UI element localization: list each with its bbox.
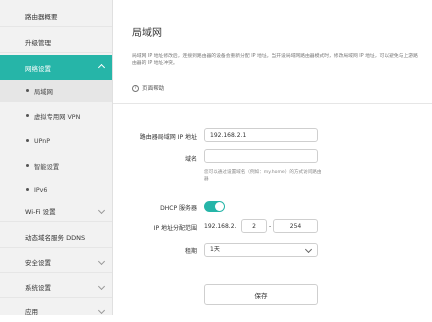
help-link[interactable]: ? 页面帮助 (132, 84, 164, 92)
sidebar-subitem-vpn[interactable]: 虚拟专用网 VPN (0, 105, 112, 127)
sidebar-item-ddns[interactable]: 动态域名服务 DDNS (0, 226, 112, 248)
help-icon: ? (132, 84, 139, 92)
domain-input[interactable] (204, 149, 318, 163)
sidebar-item-label: IPv6 (34, 186, 48, 194)
sidebar: 路由器概要 升级管理 网络设置 局域网 虚拟专用网 VPN UPnP 智能设置 … (0, 0, 113, 316)
ip-range-prefix: 192.168.2. (204, 223, 237, 230)
ip-range-end-input[interactable] (273, 219, 318, 233)
sidebar-item-apps[interactable]: 应用 (0, 300, 112, 322)
chevron-down-icon (97, 306, 106, 315)
sidebar-item-router-overview[interactable]: 路由器概要 (0, 5, 112, 27)
sidebar-item-label: UPnP (34, 137, 51, 145)
sidebar-item-label: 路由器概要 (25, 12, 58, 21)
bullet-icon (26, 89, 29, 92)
ip-address-input[interactable] (204, 128, 318, 142)
sidebar-item-label: 升级管理 (25, 38, 51, 47)
sidebar-item-label: Wi-Fi 设置 (25, 207, 56, 216)
sidebar-subitem-smart-settings[interactable]: 智能设置 (0, 155, 112, 177)
chevron-up-icon (97, 63, 106, 72)
sidebar-item-label: 动态域名服务 DDNS (25, 233, 86, 242)
dhcp-label: DHCP 服务器 (160, 205, 197, 212)
chevron-down-icon (97, 257, 106, 266)
sidebar-item-label: 智能设置 (34, 163, 60, 171)
lease-value: 1天 (210, 246, 220, 253)
save-button[interactable]: 保存 (204, 284, 318, 305)
page-description: 局域网 IP 地址修改后，连接到路由器的设备会重新分配 IP 地址。当开设局域网… (132, 54, 418, 66)
sidebar-item-label: 虚拟专用网 VPN (34, 113, 81, 121)
domain-label: 域名 (184, 156, 197, 163)
sidebar-subitem-lan[interactable]: 局域网 (0, 80, 112, 102)
dhcp-toggle[interactable] (204, 201, 225, 212)
sidebar-item-network-settings[interactable]: 网络设置 (0, 55, 112, 80)
lease-select[interactable]: 1天 (204, 243, 318, 257)
chevron-down-icon (304, 245, 313, 254)
bullet-icon (26, 164, 29, 167)
sidebar-item-system[interactable]: 系统设置 (0, 276, 112, 298)
sidebar-item-label: 网络设置 (25, 64, 51, 73)
domain-hint: 您可以通过设置域名（例如：my.home）的方式访问路由器 (204, 170, 322, 182)
page-header: 局域网 局域网 IP 地址修改后，连接到路由器的设备会重新分配 IP 地址。当开… (113, 0, 432, 104)
help-label: 页面帮助 (142, 86, 165, 92)
bullet-icon (26, 139, 29, 142)
ip-range-separator: - (269, 223, 272, 230)
ip-range-label: IP 地址分配范围 (153, 225, 197, 232)
sidebar-subitem-upnp[interactable]: UPnP (0, 130, 112, 152)
content-panel: 局域网 局域网 IP 地址修改后，连接到路由器的设备会重新分配 IP 地址。当开… (113, 0, 432, 315)
sidebar-item-wifi-settings[interactable]: Wi-Fi 设置 (0, 200, 112, 222)
chevron-down-icon (97, 206, 106, 215)
ip-address-label: 路由器局域网 IP 地址 (139, 134, 197, 141)
sidebar-item-label: 局域网 (34, 88, 53, 96)
bullet-icon (26, 114, 29, 117)
sidebar-item-label: 系统设置 (25, 283, 51, 292)
sidebar-item-security[interactable]: 安全设置 (0, 251, 112, 273)
bullet-icon (26, 188, 29, 191)
page-title: 局域网 (132, 28, 162, 39)
ip-range-start-input[interactable] (241, 219, 267, 233)
lease-label: 租期 (184, 248, 197, 255)
sidebar-subitem-ipv6[interactable]: IPv6 (0, 179, 112, 201)
sidebar-item-upgrade[interactable]: 升级管理 (0, 31, 112, 53)
chevron-down-icon (97, 282, 106, 291)
sidebar-item-label: 安全设置 (25, 258, 51, 267)
toggle-knob (215, 202, 224, 211)
